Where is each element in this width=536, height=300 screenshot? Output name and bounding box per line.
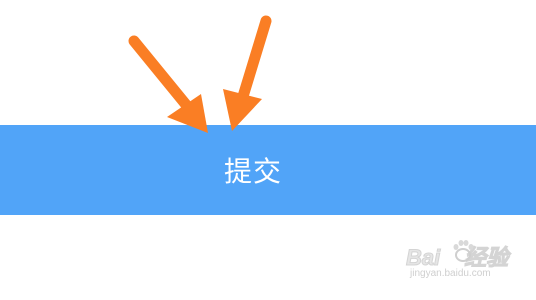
arrow-pointer-icon xyxy=(128,35,208,133)
baidu-paw-icon xyxy=(453,240,474,262)
arrow-pointer-icon xyxy=(223,15,272,131)
baidu-jingyan-watermark: Bai 经验 jingyan.baidu.com xyxy=(405,234,509,288)
watermark-brand-left: Bai xyxy=(405,245,441,271)
submit-button[interactable]: 提交 xyxy=(0,125,536,215)
watermark-domain: jingyan.baidu.com xyxy=(410,268,491,279)
submit-button-label: 提交 xyxy=(223,155,282,188)
page: 提交 Bai 经验 jingyan.baidu.com xyxy=(0,0,536,300)
